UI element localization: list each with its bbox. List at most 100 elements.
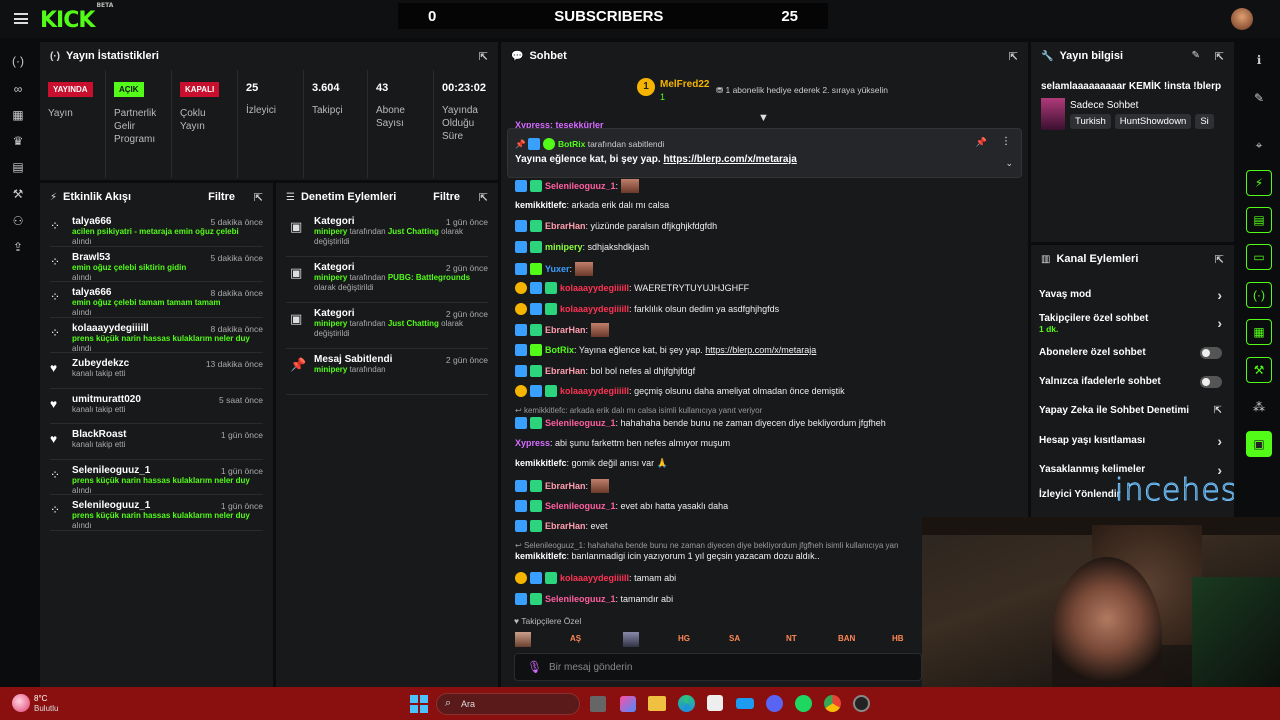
emote-button[interactable]: BAN (838, 634, 855, 643)
chevron-down-icon[interactable]: ⌄ (1005, 158, 1013, 169)
expand-icon[interactable]: ⇱ (479, 191, 488, 204)
chat-username[interactable]: kolaaayydegiiiill (560, 304, 629, 314)
user-avatar[interactable] (1231, 8, 1253, 30)
notes-icon[interactable]: ▤ (1246, 207, 1272, 233)
info-icon[interactable]: ℹ (1246, 47, 1272, 73)
store-icon[interactable] (707, 695, 723, 711)
emote-button[interactable]: HB (892, 634, 904, 643)
expand-icon[interactable]: ⇱ (1009, 50, 1018, 63)
chat-username[interactable]: Selenileoguuz_1 (545, 594, 616, 604)
broadcast-icon[interactable]: (·) (10, 54, 26, 68)
stream-tag[interactable]: HuntShowdown (1114, 114, 1192, 129)
emote-image[interactable] (574, 262, 593, 276)
menu-icon[interactable] (14, 13, 28, 24)
chat-username[interactable]: minipery (545, 242, 583, 252)
start-button[interactable] (410, 695, 428, 713)
kick-logo[interactable]: KICKBETA (40, 2, 113, 33)
chat-username[interactable]: kemikkitlefc (515, 551, 567, 561)
chat-username[interactable]: Yuxer (545, 264, 570, 274)
trophy-icon[interactable]: ♛ (10, 134, 26, 148)
chat-username[interactable]: kolaaayydegiiiill (560, 386, 629, 396)
filter-button[interactable]: Filtre (433, 191, 460, 203)
taskbar-search[interactable]: ⌕ Ara (436, 693, 580, 715)
task-view-icon[interactable] (590, 696, 606, 712)
chat-username[interactable]: Selenileoguuz_1 (545, 418, 616, 428)
emote-button[interactable]: AŞ (570, 634, 581, 643)
upload-icon[interactable]: ⇪ (10, 240, 26, 254)
chat-username[interactable]: EbrarHan (545, 221, 586, 231)
stream-tag[interactable]: Si (1195, 114, 1214, 129)
file-explorer-icon[interactable] (648, 696, 666, 711)
expand-icon[interactable]: ⇱ (1215, 50, 1224, 63)
channel-action-row[interactable]: Yalnızca ifadelerle sohbet (1039, 376, 1222, 388)
emote-button[interactable]: NT (786, 634, 797, 643)
chat-username[interactable]: EbrarHan (545, 366, 586, 376)
dashboard-icon[interactable]: ▦ (10, 108, 26, 122)
app-icon[interactable]: ▣ (1246, 431, 1272, 457)
channel-action-row[interactable]: Abonelere özel sohbet (1039, 347, 1222, 359)
chat-username[interactable]: kolaaayydegiiiill (560, 283, 629, 293)
microphone-icon[interactable]: 🎙 (527, 660, 542, 674)
category-name[interactable]: Sadece Sohbet (1070, 100, 1138, 111)
more-icon[interactable]: ⋮ (1001, 136, 1011, 147)
top-gifter-name[interactable]: MelFred22 (660, 79, 709, 90)
toggle-switch[interactable] (1200, 376, 1222, 388)
stream-tag[interactable]: Turkish (1070, 114, 1111, 129)
chat-username[interactable]: EbrarHan (545, 521, 586, 531)
expand-icon[interactable]: ⇱ (254, 191, 263, 204)
emote-image[interactable] (515, 632, 531, 647)
toggle-switch[interactable] (1200, 347, 1222, 359)
app-icon[interactable] (736, 698, 754, 709)
spotify-icon[interactable] (795, 695, 812, 712)
pinned-by-user[interactable]: BotRix (558, 139, 585, 149)
chat-username[interactable]: BotRix (545, 345, 574, 355)
bolt-icon[interactable]: ⚡ (1246, 170, 1272, 196)
unpin-icon[interactable]: 📌 (976, 137, 987, 148)
expand-icon[interactable]: ⇱ (479, 50, 488, 63)
emote-button[interactable]: SA (729, 634, 740, 643)
wrench-icon[interactable]: ⚒ (10, 187, 26, 201)
moderation-user[interactable]: minipery (314, 227, 347, 236)
chat-username[interactable]: EbrarHan (545, 481, 586, 491)
chat-username[interactable]: EbrarHan (545, 325, 586, 335)
channel-action-row[interactable]: Hesap yaşı kısıtlaması › (1039, 433, 1222, 449)
chat-link[interactable]: https://blerp.com/x/metaraja (705, 345, 816, 355)
share-icon[interactable]: ⁂ (1246, 394, 1272, 420)
filter-button[interactable]: Filtre (208, 191, 235, 203)
discord-icon[interactable] (766, 695, 783, 712)
chat-username[interactable]: Selenileoguuz_1 (545, 181, 616, 191)
chat-username[interactable]: kemikkitlefc (515, 458, 567, 468)
edit-icon[interactable]: ✎ (1192, 50, 1200, 61)
category-thumbnail[interactable] (1041, 98, 1065, 130)
emote-image[interactable] (590, 479, 609, 493)
channel-action-row[interactable]: Yavaş mod › (1039, 287, 1222, 303)
scroll-down-icon[interactable]: ▼ (758, 112, 769, 124)
pencil-icon[interactable]: ✎ (1246, 85, 1272, 111)
broadcast-icon[interactable]: (·) (1246, 282, 1272, 308)
chat-username[interactable]: Selenileoguuz_1 (545, 501, 616, 511)
chat-input[interactable]: 🎙 Bir mesaj gönderin (514, 653, 922, 681)
camera-icon[interactable]: ⌖ (1246, 132, 1272, 158)
pinned-link[interactable]: https://blerp.com/x/metaraja (663, 154, 796, 165)
emote-button[interactable]: HG (678, 634, 690, 643)
moderation-user[interactable]: minipery (314, 319, 347, 328)
channel-action-row[interactable]: Takipçilere özel sohbet 1 dk. › (1039, 313, 1222, 334)
chat-username[interactable]: kolaaayydegiiiill (560, 573, 629, 583)
copilot-icon[interactable] (620, 696, 636, 712)
moderation-user[interactable]: minipery (314, 273, 347, 282)
users-icon[interactable]: ⚇ (10, 214, 26, 228)
channel-action-row[interactable]: Yapay Zeka ile Sohbet Denetimi ⇱ (1039, 405, 1222, 416)
chat-username[interactable]: Xypress (515, 438, 550, 448)
weather-icon[interactable] (12, 694, 30, 712)
edge-icon[interactable] (678, 695, 695, 712)
chat-icon[interactable]: ▭ (1246, 244, 1272, 270)
emote-image[interactable] (590, 323, 609, 337)
emote-image[interactable] (623, 632, 639, 647)
expand-icon[interactable]: ⇱ (1215, 253, 1224, 266)
media-icon[interactable]: ▤ (10, 160, 26, 174)
moderation-user[interactable]: minipery (314, 365, 347, 374)
layout-icon[interactable]: ▦ (1246, 319, 1272, 345)
wrench-icon[interactable]: ⚒ (1246, 357, 1272, 383)
chrome-icon[interactable] (824, 695, 841, 712)
obs-icon[interactable] (853, 695, 870, 712)
